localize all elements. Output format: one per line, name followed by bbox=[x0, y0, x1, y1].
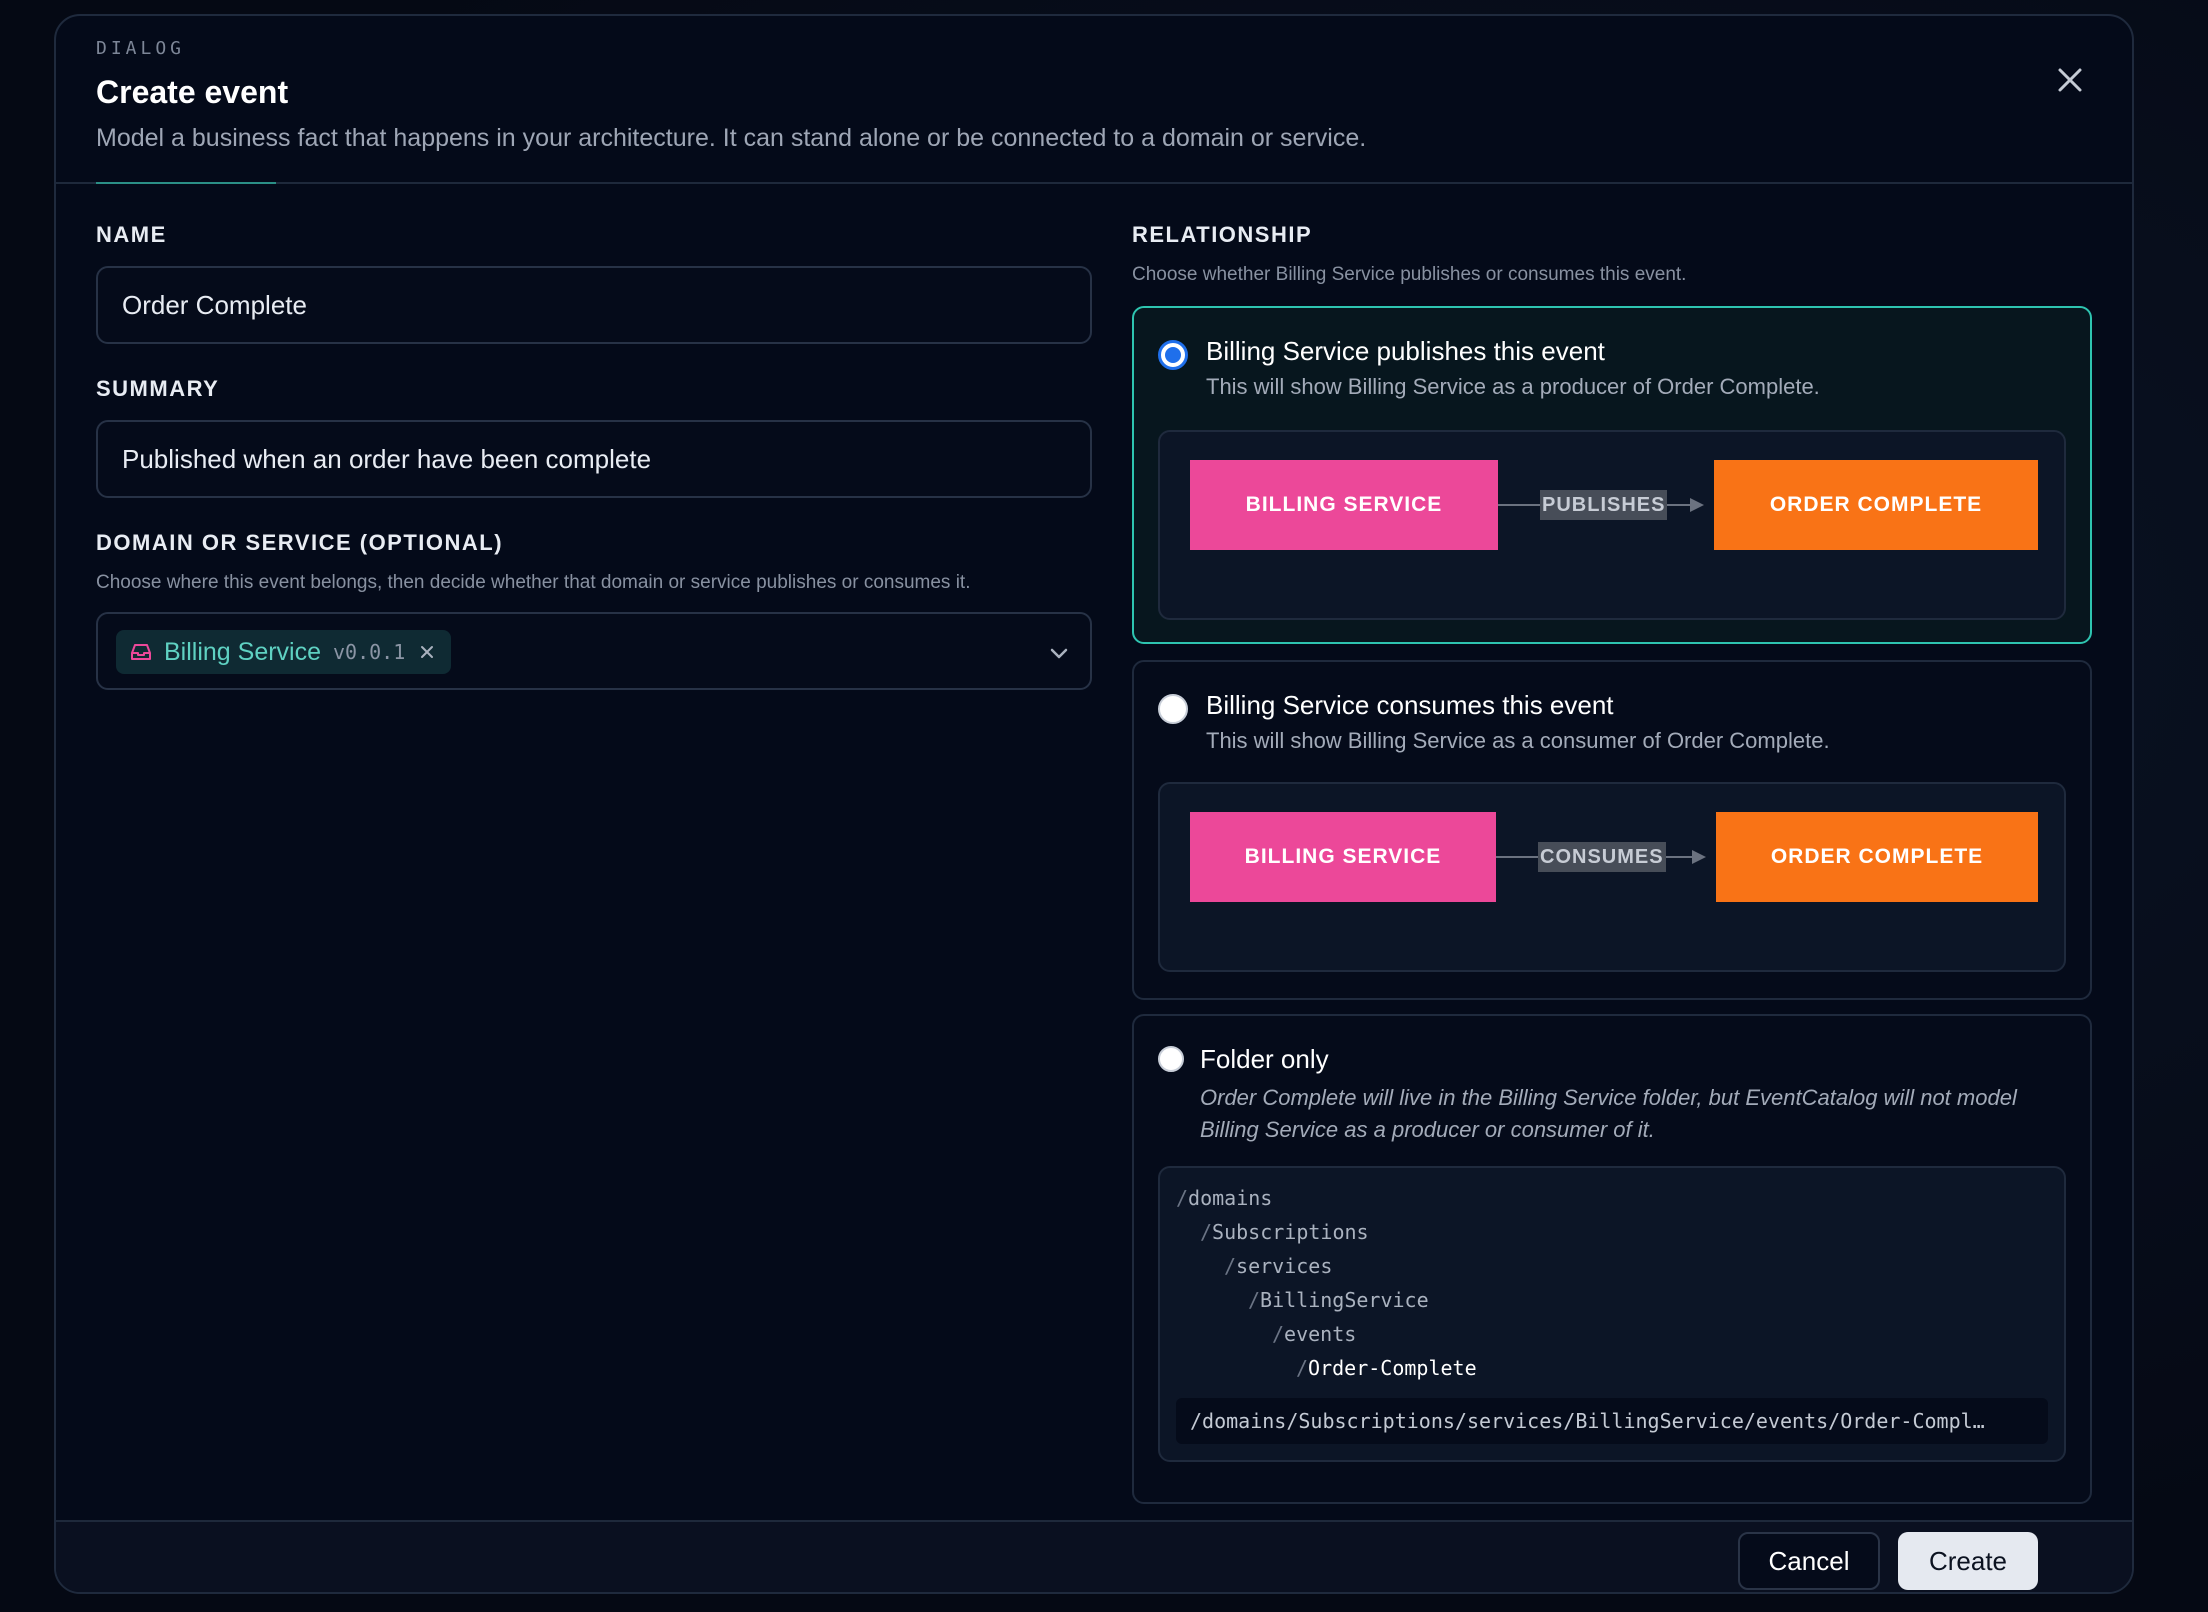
dialog-title: Create event bbox=[96, 74, 289, 110]
tree-node: /events bbox=[1272, 1322, 1357, 1346]
dialog-header: DIALOG Create event Model a business fac… bbox=[56, 16, 2132, 184]
close-icon bbox=[2058, 68, 2082, 92]
name-label: NAME bbox=[96, 222, 167, 247]
create-event-dialog: DIALOG Create event Model a business fac… bbox=[54, 14, 2134, 1594]
header-accent bbox=[96, 182, 276, 184]
tree-node: /Subscriptions bbox=[1200, 1220, 1369, 1244]
dialog-eyebrow: DIALOG bbox=[96, 38, 186, 59]
domain-label: DOMAIN OR SERVICE (OPTIONAL) bbox=[96, 530, 504, 555]
tree-node: /domains bbox=[1176, 1186, 1273, 1210]
consumes-diagram: BILLING SERVICE CONSUMES ORDER COMPLETE bbox=[1158, 782, 2066, 972]
name-input[interactable]: Order Complete bbox=[96, 266, 1092, 344]
publishes-diagram: BILLING SERVICE PUBLISHES ORDER COMPLETE bbox=[1158, 430, 2066, 620]
diagram-event-node: ORDER COMPLETE bbox=[1716, 812, 2038, 902]
diagram-edge-label: CONSUMES bbox=[1538, 842, 1666, 872]
publishes-desc: This will show Billing Service as a prod… bbox=[1206, 374, 1820, 399]
folder-radio[interactable] bbox=[1158, 1046, 1184, 1072]
consumes-title: Billing Service consumes this event bbox=[1206, 690, 1614, 720]
full-path: /domains/Subscriptions/services/BillingS… bbox=[1176, 1398, 2048, 1444]
tree-node: /services bbox=[1224, 1254, 1333, 1278]
diagram-edge-arrow bbox=[1692, 850, 1706, 864]
chevron-down-icon[interactable] bbox=[1046, 640, 1072, 666]
domain-select[interactable]: Billing Service v0.0.1 bbox=[96, 612, 1092, 690]
diagram-service-node: BILLING SERVICE bbox=[1190, 812, 1496, 902]
summary-input[interactable]: Published when an order have been comple… bbox=[96, 420, 1092, 498]
tree-node: /BillingService bbox=[1248, 1288, 1429, 1312]
publishes-title: Billing Service publishes this event bbox=[1206, 336, 1605, 366]
create-button[interactable]: Create bbox=[1898, 1532, 2038, 1590]
chip-version: v0.0.1 bbox=[333, 640, 406, 664]
dialog-subtitle: Model a business fact that happens in yo… bbox=[96, 124, 1367, 152]
option-consumes[interactable]: Billing Service consumes this event This… bbox=[1132, 660, 2092, 1000]
relationship-label: RELATIONSHIP bbox=[1132, 222, 1313, 247]
chip-label: Billing Service bbox=[164, 637, 322, 666]
publishes-radio[interactable] bbox=[1158, 340, 1188, 370]
cancel-button[interactable]: Cancel bbox=[1738, 1532, 1880, 1590]
diagram-edge-arrow bbox=[1690, 498, 1704, 512]
tree-node: /Order-Complete bbox=[1296, 1356, 1477, 1380]
remove-icon[interactable] bbox=[417, 642, 437, 662]
close-button[interactable] bbox=[2048, 58, 2092, 102]
diagram-event-node: ORDER COMPLETE bbox=[1714, 460, 2038, 550]
domain-help: Choose where this event belongs, then de… bbox=[96, 572, 971, 593]
selected-service-chip: Billing Service v0.0.1 bbox=[116, 630, 452, 674]
diagram-edge-label: PUBLISHES bbox=[1540, 490, 1668, 520]
consumes-radio[interactable] bbox=[1158, 694, 1188, 724]
service-icon bbox=[131, 644, 151, 660]
summary-label: SUMMARY bbox=[96, 376, 220, 401]
folder-desc: Order Complete will live in the Billing … bbox=[1200, 1085, 2017, 1142]
diagram-service-node: BILLING SERVICE bbox=[1190, 460, 1498, 550]
option-publishes[interactable]: Billing Service publishes this event Thi… bbox=[1132, 306, 2092, 644]
consumes-desc: This will show Billing Service as a cons… bbox=[1206, 728, 1830, 753]
relationship-help: Choose whether Billing Service publishes… bbox=[1132, 264, 1687, 285]
option-folder-only[interactable]: Folder only Order Complete will live in … bbox=[1132, 1014, 2092, 1504]
folder-tree: /domains /Subscriptions /services /Billi… bbox=[1158, 1166, 2066, 1462]
folder-title: Folder only bbox=[1200, 1044, 1329, 1074]
